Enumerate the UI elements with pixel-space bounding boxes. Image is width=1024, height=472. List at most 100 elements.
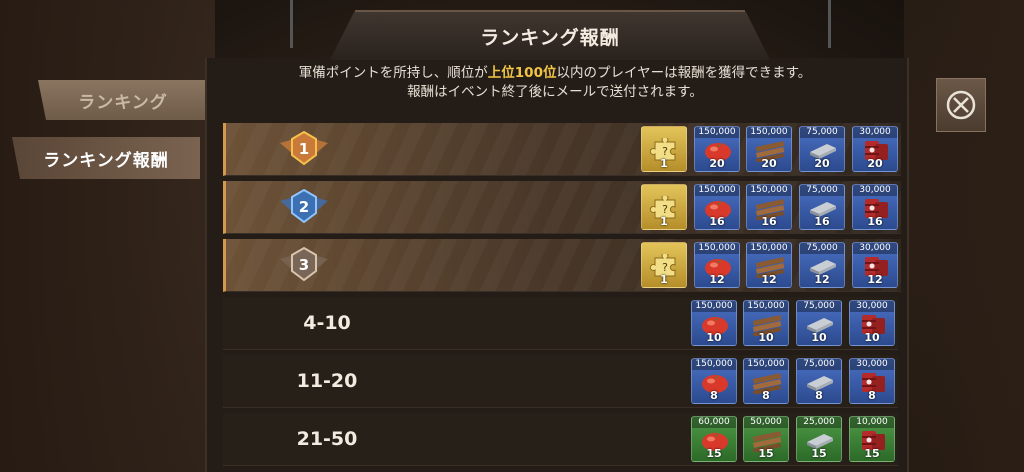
- desc-line2: 報酬はイベント終了後にメールで送付されます。: [205, 83, 905, 102]
- item-count: 15: [797, 447, 841, 460]
- item-count: 12: [695, 273, 739, 286]
- puzzle-reward-item[interactable]: ?1: [641, 184, 687, 230]
- reward-item[interactable]: 30,000 8: [849, 358, 895, 404]
- tab-ranking-rewards-label: ランキング報酬: [43, 146, 169, 171]
- reward-item[interactable]: 150,000 10: [691, 300, 737, 346]
- item-count: 20: [695, 157, 739, 170]
- item-amount: 30,000: [853, 243, 897, 254]
- item-amount: 30,000: [853, 185, 897, 196]
- close-icon: [945, 89, 977, 121]
- item-amount: 60,000: [692, 417, 736, 428]
- item-count: 1: [642, 157, 686, 170]
- rank-medal-icon: 3: [276, 245, 332, 285]
- reward-item[interactable]: 150,000 20: [694, 126, 740, 172]
- item-amount: 150,000: [695, 243, 739, 254]
- reward-row: 11-20150,0008150,000875,000830,0008: [223, 355, 898, 408]
- reward-item[interactable]: 10,000 15: [849, 416, 895, 462]
- item-amount: 150,000: [695, 127, 739, 138]
- item-amount: 50,000: [744, 417, 788, 428]
- item-amount: 25,000: [797, 417, 841, 428]
- reward-item[interactable]: 150,0008: [743, 358, 789, 404]
- item-amount: 10,000: [850, 417, 894, 428]
- reward-item[interactable]: 50,00015: [743, 416, 789, 462]
- item-amount: 150,000: [747, 243, 791, 254]
- item-amount: 150,000: [692, 359, 736, 370]
- tab-ranking-rewards[interactable]: ランキング報酬: [12, 137, 200, 179]
- item-amount: 150,000: [692, 301, 736, 312]
- item-amount: 75,000: [800, 243, 844, 254]
- item-count: 8: [850, 389, 894, 402]
- reward-item[interactable]: 25,000 15: [796, 416, 842, 462]
- reward-item[interactable]: 150,000 12: [746, 242, 792, 288]
- rank-range-label: 4-10: [257, 297, 397, 349]
- item-count: 20: [747, 157, 791, 170]
- reward-item[interactable]: 30,00010: [849, 300, 895, 346]
- item-amount: 75,000: [797, 301, 841, 312]
- item-count: 16: [800, 215, 844, 228]
- reward-item[interactable]: 30,000 12: [852, 242, 898, 288]
- item-count: 15: [692, 447, 736, 460]
- right-backdrop: [904, 0, 1024, 472]
- svg-text:1: 1: [299, 140, 309, 158]
- hanger-chain-left: [290, 0, 293, 48]
- reward-item[interactable]: 30,00020: [852, 126, 898, 172]
- item-count: 8: [692, 389, 736, 402]
- item-count: 15: [850, 447, 894, 460]
- description: 軍備ポイントを所持し、順位が上位100位以内のプレイヤーは報酬を獲得できます。 …: [205, 64, 905, 102]
- item-count: 12: [853, 273, 897, 286]
- item-count: 12: [747, 273, 791, 286]
- page-title: ランキング報酬: [330, 12, 770, 60]
- desc-line1-a: 軍備ポイントを所持し、順位が: [299, 65, 488, 81]
- item-count: 10: [744, 331, 788, 344]
- left-backdrop: [0, 0, 215, 472]
- reward-row: 1?1150,00020150,0002075,0002030,00020: [223, 123, 901, 176]
- rank-medal-icon: 2: [276, 187, 332, 227]
- item-amount: 150,000: [744, 301, 788, 312]
- title-text: ランキング報酬: [480, 23, 619, 50]
- desc-highlight: 上位100位: [488, 65, 557, 81]
- reward-item[interactable]: 75,000 12: [799, 242, 845, 288]
- reward-item[interactable]: 60,000 15: [691, 416, 737, 462]
- reward-item[interactable]: 150,000 16: [746, 184, 792, 230]
- puzzle-reward-item[interactable]: ?1: [641, 242, 687, 288]
- reward-item[interactable]: 150,00016: [694, 184, 740, 230]
- item-amount: 75,000: [800, 185, 844, 196]
- reward-item[interactable]: 75,000 16: [799, 184, 845, 230]
- reward-row: 3 ?1 150,000 12 150,000 12 75,000 12 30,000 12: [223, 239, 901, 292]
- item-count: 16: [747, 215, 791, 228]
- item-count: 1: [642, 215, 686, 228]
- item-count: 12: [800, 273, 844, 286]
- reward-item[interactable]: 150,000 8: [691, 358, 737, 404]
- item-amount: 75,000: [800, 127, 844, 138]
- reward-item[interactable]: 75,000 8: [796, 358, 842, 404]
- reward-item[interactable]: 30,000 16: [852, 184, 898, 230]
- item-count: 20: [800, 157, 844, 170]
- item-count: 16: [853, 215, 897, 228]
- reward-item[interactable]: 75,000 20: [799, 126, 845, 172]
- hanger-chain-right: [828, 0, 831, 48]
- reward-item[interactable]: 150,000 20: [746, 126, 792, 172]
- svg-text:2: 2: [299, 198, 309, 216]
- item-amount: 150,000: [747, 127, 791, 138]
- item-amount: 30,000: [850, 359, 894, 370]
- reward-row: 21-5060,0001550,0001525,0001510,00015: [223, 413, 898, 466]
- close-button[interactable]: [936, 78, 986, 132]
- tab-ranking-label: ランキング: [78, 88, 168, 113]
- item-count: 10: [692, 331, 736, 344]
- reward-item[interactable]: 75,000 10: [796, 300, 842, 346]
- reward-item[interactable]: 150,000 10: [743, 300, 789, 346]
- item-amount: 150,000: [695, 185, 739, 196]
- item-count: 8: [797, 389, 841, 402]
- item-count: 20: [853, 157, 897, 170]
- rank-range-label: 11-20: [257, 355, 397, 407]
- desc-line1-b: 以内のプレイヤーは報酬を獲得できます。: [556, 65, 811, 81]
- puzzle-reward-item[interactable]: ?1: [641, 126, 687, 172]
- rank-medal-icon: 1: [276, 129, 332, 169]
- item-count: 10: [797, 331, 841, 344]
- item-amount: 150,000: [744, 359, 788, 370]
- item-amount: 75,000: [797, 359, 841, 370]
- item-amount: 30,000: [850, 301, 894, 312]
- reward-item[interactable]: 150,000 12: [694, 242, 740, 288]
- item-amount: 150,000: [747, 185, 791, 196]
- tab-ranking[interactable]: ランキング: [38, 80, 208, 120]
